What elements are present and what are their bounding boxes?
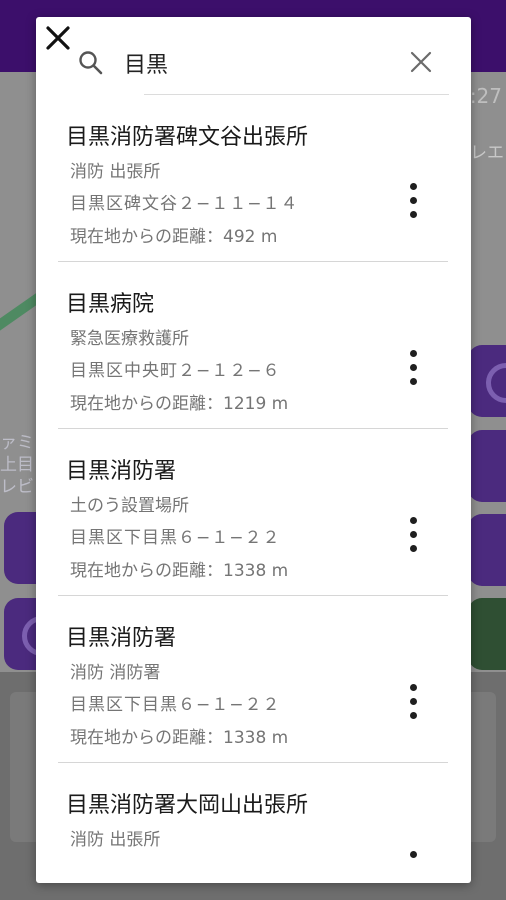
- zoom-in-button: [468, 430, 506, 502]
- result-name: 目黒消防署: [66, 626, 177, 651]
- search-dialog: 目黒消防署碑文谷出張所 消防 出張所 目黒区碑文谷２−１１−１４ 現在地からの距…: [36, 17, 471, 883]
- result-address: 目黒区下目黒６−１−２２: [70, 528, 281, 548]
- map-label: レビ: [0, 477, 34, 497]
- result-category: 土のう設置場所: [70, 496, 189, 516]
- zoom-out-button: [468, 514, 506, 586]
- more-vert-icon[interactable]: [406, 511, 422, 559]
- result-item[interactable]: 目黒消防署 土のう設置場所 目黒区下目黒６−１−２２ 現在地からの距離：1338…: [58, 429, 448, 596]
- map-time-label: :27: [469, 84, 502, 108]
- result-name: 目黒病院: [66, 292, 155, 317]
- result-address: 目黒区下目黒６−１−２２: [70, 695, 281, 715]
- result-category: 消防 消防署: [70, 663, 161, 683]
- result-item[interactable]: 目黒病院 緊急医療救護所 目黒区中央町２−１２−６ 現在地からの距離：1219 …: [58, 262, 448, 429]
- more-vert-icon[interactable]: [406, 177, 422, 225]
- result-item[interactable]: 目黒消防署大岡山出張所 消防 出張所: [58, 763, 448, 861]
- search-icon: [79, 51, 103, 75]
- locate-button: [468, 345, 506, 417]
- more-vert-icon[interactable]: [406, 344, 422, 392]
- more-vert-icon[interactable]: [406, 845, 422, 861]
- compass-button: [468, 598, 506, 670]
- result-category: 緊急医療救護所: [70, 329, 189, 349]
- results-list: 目黒消防署碑文谷出張所 消防 出張所 目黒区碑文谷２−１１−１４ 現在地からの距…: [58, 95, 448, 861]
- clear-icon[interactable]: [408, 49, 434, 75]
- search-input[interactable]: [124, 43, 394, 83]
- more-vert-icon[interactable]: [406, 678, 422, 726]
- result-category: 消防 出張所: [70, 162, 161, 182]
- result-distance: 現在地からの距離：1338 m: [70, 728, 289, 748]
- result-distance: 現在地からの距離：1219 m: [70, 394, 289, 414]
- map-side-label: レエ: [470, 143, 504, 163]
- result-address: 目黒区中央町２−１２−６: [70, 361, 281, 381]
- result-distance: 現在地からの距離：1338 m: [70, 561, 289, 581]
- result-name: 目黒消防署碑文谷出張所: [66, 125, 309, 150]
- result-distance: 現在地からの距離：492 m: [70, 227, 278, 247]
- result-item[interactable]: 目黒消防署 消防 消防署 目黒区下目黒６−１−２２ 現在地からの距離：1338 …: [58, 596, 448, 763]
- result-item[interactable]: 目黒消防署碑文谷出張所 消防 出張所 目黒区碑文谷２−１１−１４ 現在地からの距…: [58, 95, 448, 262]
- map-label: ァミ: [0, 433, 34, 453]
- map-label: 上目: [0, 455, 34, 475]
- search-bar: [36, 17, 471, 97]
- result-name: 目黒消防署: [66, 459, 177, 484]
- result-address: 目黒区碑文谷２−１１−１４: [70, 194, 299, 214]
- result-category: 消防 出張所: [70, 830, 161, 850]
- result-name: 目黒消防署大岡山出張所: [66, 793, 309, 818]
